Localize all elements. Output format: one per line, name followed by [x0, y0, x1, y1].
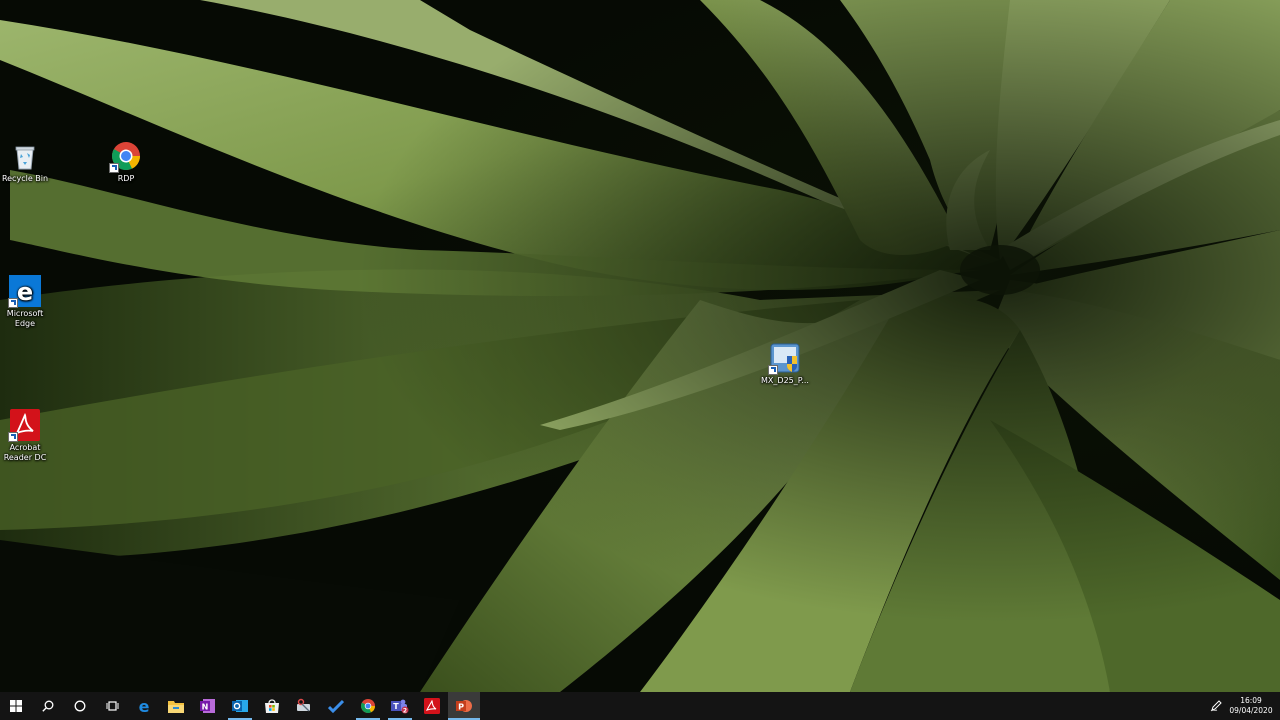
- svg-text:P: P: [458, 703, 464, 712]
- taskbar-edge[interactable]: e: [128, 692, 160, 720]
- onenote-icon: N: [200, 699, 215, 713]
- desktop-icon-rdp[interactable]: RDP: [90, 140, 162, 184]
- recycle-bin-icon: [9, 140, 41, 172]
- start-button[interactable]: [0, 692, 32, 720]
- desktop-icon-microsoft-edge[interactable]: e Microsoft Edge: [0, 275, 61, 329]
- edge-icon: e: [8, 275, 41, 308]
- file-explorer-icon: [168, 701, 184, 713]
- cortana-icon: [74, 700, 86, 712]
- tray-pen-button[interactable]: [1206, 692, 1226, 720]
- clock-button[interactable]: 16:09 09/04/2020: [1226, 696, 1276, 716]
- chrome-icon: [109, 140, 142, 173]
- desktop-icon-label: Acrobat Reader DC: [3, 443, 47, 462]
- taskbar: e N T 2 P 16:09 09/04/2020: [0, 692, 1280, 720]
- acrobat-icon: [424, 698, 440, 714]
- shortcut-arrow-icon: [8, 432, 18, 442]
- teams-badge: 2: [403, 707, 407, 714]
- clock-date: 09/04/2020: [1229, 706, 1273, 715]
- snipping-tool-icon: [297, 698, 310, 712]
- taskbar-microsoft-store[interactable]: [256, 692, 288, 720]
- desktop-icon-recycle-bin[interactable]: Recycle Bin: [0, 140, 61, 184]
- desktop-icon-label: MX_D25_P...: [761, 376, 809, 385]
- svg-text:N: N: [202, 703, 209, 712]
- svg-text:T: T: [393, 702, 399, 711]
- desktop-icon-label: Microsoft Edge: [6, 309, 44, 328]
- taskbar-to-do[interactable]: [320, 692, 352, 720]
- task-view-icon: [106, 701, 118, 711]
- desktop-icon-mx-installer[interactable]: MX_D25_P...: [749, 342, 821, 386]
- shortcut-arrow-icon: [768, 365, 778, 375]
- clock-time: 16:09: [1240, 696, 1262, 705]
- microsoft-store-icon: [265, 699, 279, 713]
- desktop-icon-label: RDP: [117, 174, 135, 183]
- search-button[interactable]: [32, 692, 64, 720]
- teams-icon: T 2: [391, 699, 409, 714]
- task-view-button[interactable]: [96, 692, 128, 720]
- search-icon: [42, 700, 54, 712]
- taskbar-teams[interactable]: T 2: [384, 692, 416, 720]
- edge-icon: e: [139, 698, 150, 714]
- powerpoint-icon: P: [456, 700, 472, 712]
- taskbar-snipping-tool[interactable]: [288, 692, 320, 720]
- taskbar-file-explorer[interactable]: [160, 692, 192, 720]
- desktop-wallpaper: [0, 0, 1280, 692]
- taskbar-powerpoint[interactable]: P: [448, 692, 480, 720]
- desktop-icon-acrobat-reader[interactable]: Acrobat Reader DC: [0, 409, 61, 463]
- desktop-icon-label: Recycle Bin: [1, 174, 49, 183]
- svg-text:e: e: [139, 698, 150, 714]
- to-do-icon: [328, 699, 344, 714]
- acrobat-icon: [8, 409, 41, 442]
- system-tray: 16:09 09/04/2020: [1206, 692, 1280, 720]
- chrome-icon: [361, 699, 375, 713]
- taskbar-outlook[interactable]: [224, 692, 256, 720]
- installer-icon: [768, 342, 801, 375]
- taskbar-chrome[interactable]: [352, 692, 384, 720]
- cortana-button[interactable]: [64, 692, 96, 720]
- shortcut-arrow-icon: [109, 163, 119, 173]
- taskbar-onenote[interactable]: N: [192, 692, 224, 720]
- taskbar-acrobat[interactable]: [416, 692, 448, 720]
- pen-workspace-icon: [1210, 700, 1222, 712]
- svg-text:e: e: [17, 278, 33, 306]
- windows-start-icon: [10, 700, 22, 712]
- outlook-icon: [232, 700, 248, 712]
- shortcut-arrow-icon: [8, 298, 18, 308]
